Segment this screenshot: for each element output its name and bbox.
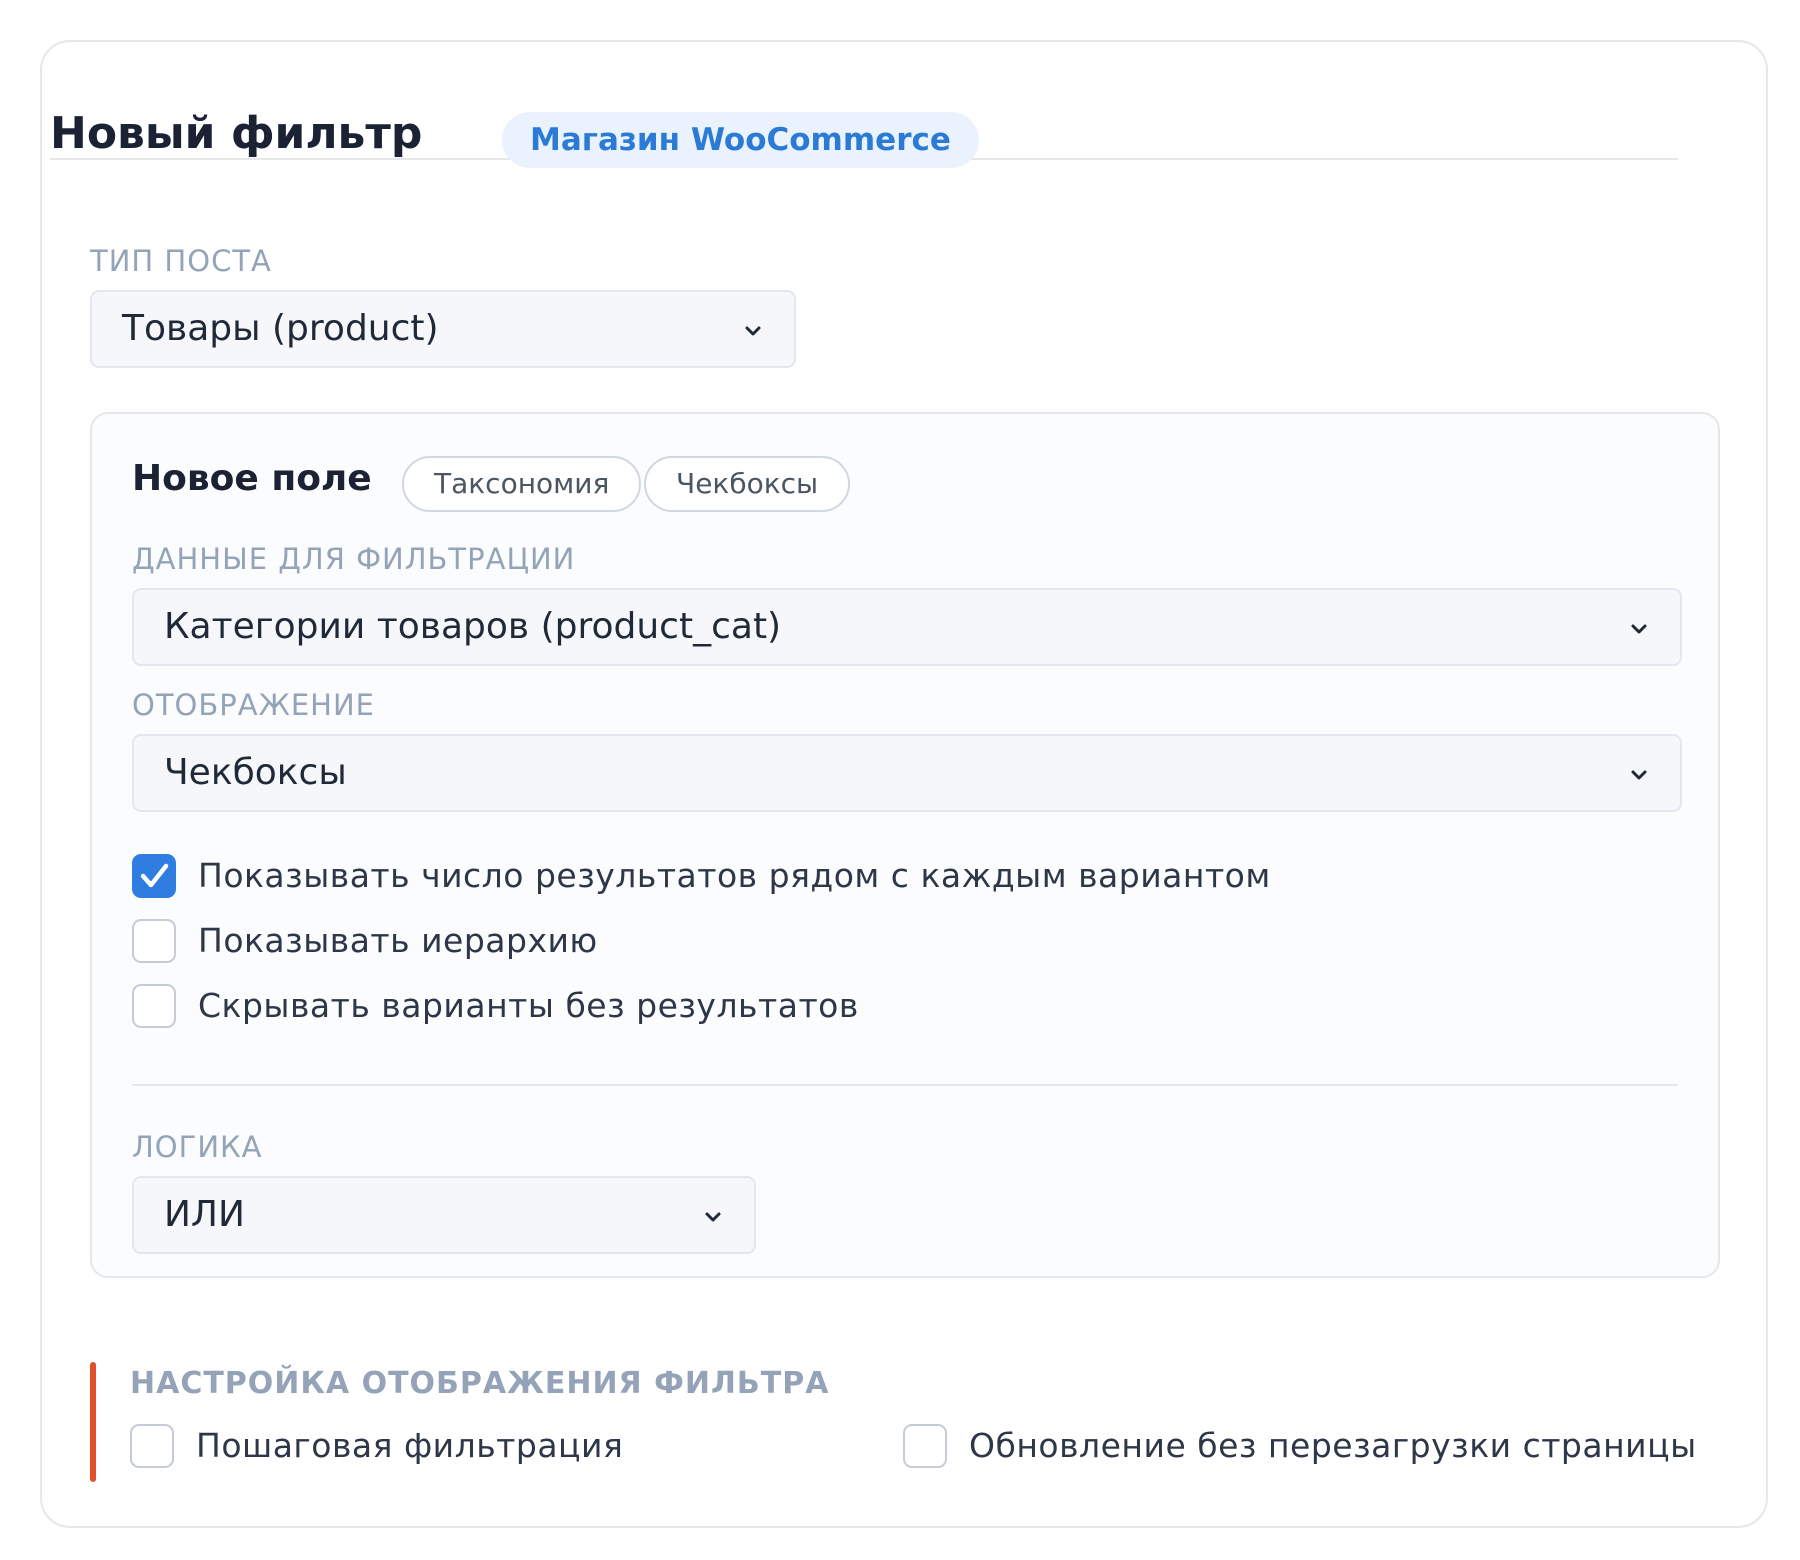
display-select[interactable]: Чекбоксы [132, 734, 1682, 812]
store-badge: Магазин WooCommerce [502, 112, 979, 168]
ajax-update-checkbox[interactable] [903, 1424, 947, 1468]
chevron-down-icon [744, 322, 762, 340]
post-type-select[interactable]: Товары (product) [90, 290, 796, 368]
logic-label: ЛОГИКА [132, 1130, 263, 1164]
chevron-down-icon [704, 1208, 722, 1226]
filter-data-label: ДАННЫЕ ДЛЯ ФИЛЬТРАЦИИ [132, 542, 576, 576]
logic-select[interactable]: ИЛИ [132, 1176, 756, 1254]
chevron-down-icon [1630, 620, 1648, 638]
step-filter-label: Пошаговая фильтрация [196, 1426, 624, 1465]
post-type-value: Товары (product) [122, 308, 439, 349]
post-type-label: ТИП ПОСТА [90, 244, 272, 278]
show-hierarchy-label: Показывать иерархию [198, 921, 598, 960]
section-accent-bar [90, 1362, 96, 1482]
new-field-panel: Новое поле Таксономия Чекбоксы ДАННЫЕ ДЛ… [90, 412, 1720, 1278]
ajax-update-label: Обновление без перезагрузки страницы [969, 1426, 1697, 1465]
show-count-label: Показывать число результатов рядом с каж… [198, 856, 1271, 895]
page-title: Новый фильтр [50, 108, 423, 159]
step-filter-checkbox[interactable] [130, 1424, 174, 1468]
section-divider [132, 1084, 1678, 1086]
checkmark-icon [140, 863, 169, 888]
display-label: ОТОБРАЖЕНИЕ [132, 688, 375, 722]
filter-data-value: Категории товаров (product_cat) [164, 606, 782, 647]
logic-value: ИЛИ [164, 1194, 245, 1235]
show-count-checkbox[interactable] [132, 854, 176, 898]
chip-taxonomy[interactable]: Таксономия [402, 456, 642, 512]
filter-data-select[interactable]: Категории товаров (product_cat) [132, 588, 1682, 666]
display-value: Чекбоксы [164, 752, 347, 793]
show-hierarchy-checkbox[interactable] [132, 919, 176, 963]
hide-empty-checkbox[interactable] [132, 984, 176, 1028]
hide-empty-label: Скрывать варианты без результатов [198, 986, 859, 1025]
editor-header: Новый фильтр Магазин WooCommerce [50, 60, 1678, 168]
field-title: Новое поле [132, 458, 372, 499]
chip-checkboxes[interactable]: Чекбоксы [644, 456, 851, 512]
display-settings-title: НАСТРОЙКА ОТОБРАЖЕНИЯ ФИЛЬТРА [130, 1366, 830, 1401]
chevron-down-icon [1630, 766, 1648, 784]
